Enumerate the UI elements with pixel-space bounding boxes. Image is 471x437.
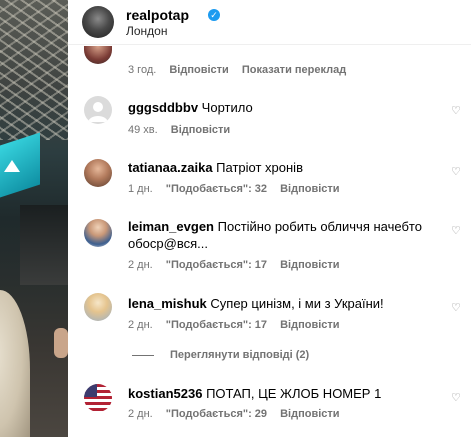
- translate-button[interactable]: Показати переклад: [242, 64, 346, 76]
- comment-item: kostian5236 ПОТАП, ЦЕ ЖЛОБ НОМЕР 1 2 дн.…: [68, 383, 471, 431]
- photo-person: [0, 290, 30, 437]
- comment-text: Чортило: [201, 100, 253, 115]
- comment-text: Супер цинізм, і ми з України!: [210, 296, 384, 311]
- comment-username[interactable]: gggsddbbv: [128, 100, 198, 115]
- photo-panel: [20, 205, 68, 285]
- view-replies-divider: [132, 355, 154, 356]
- comment-avatar[interactable]: [84, 159, 112, 187]
- reply-button[interactable]: Відповісти: [280, 408, 339, 420]
- comment-avatar[interactable]: [84, 96, 112, 124]
- reply-button[interactable]: Відповісти: [280, 319, 339, 331]
- comment-avatar[interactable]: [84, 384, 112, 412]
- photo-lattice: [0, 0, 68, 140]
- author-username[interactable]: realpotap: [126, 7, 189, 23]
- comment-meta: 3 год. Відповісти Показати переклад: [128, 64, 356, 76]
- comment-time: 2 дн.: [128, 319, 153, 331]
- comment-item: lena_mishuk Супер цинізм, і ми з України…: [68, 293, 471, 341]
- comment-text: Патріот хронів: [216, 160, 303, 175]
- comment-username[interactable]: kostian5236: [128, 386, 202, 401]
- reply-button[interactable]: Відповісти: [280, 183, 339, 195]
- comment-text: ПОТАП, ЦЕ ЖЛОБ НОМЕР 1: [206, 386, 382, 401]
- comment-text-line: leiman_evgen Постійно робить обличчя нач…: [128, 218, 441, 252]
- comment-username[interactable]: lena_mishuk: [128, 296, 207, 311]
- comment-meta: 49 хв. Відповісти: [128, 124, 240, 136]
- likes-count[interactable]: "Подобається": 17: [166, 319, 267, 331]
- verified-badge-icon: ✓: [208, 9, 220, 21]
- comment-time: 2 дн.: [128, 259, 153, 271]
- comment-avatar[interactable]: [84, 219, 112, 247]
- post-header: realpotap ✓ Лондон: [68, 0, 471, 45]
- view-replies-label[interactable]: Переглянути відповіді (2): [170, 349, 309, 361]
- reply-button[interactable]: Відповісти: [171, 124, 230, 136]
- heart-icon[interactable]: ♡: [451, 303, 461, 314]
- likes-count[interactable]: "Подобається": 32: [166, 183, 267, 195]
- comment-time: 2 дн.: [128, 408, 153, 420]
- post-photo: [0, 0, 68, 437]
- comment-text-line: lena_mishuk Супер цинізм, і ми з України…: [128, 295, 463, 312]
- default-avatar-icon: [88, 102, 108, 122]
- comment-username[interactable]: tatianaa.zaika: [128, 160, 213, 175]
- comment-text-line: tatianaa.zaika Патріот хронів: [128, 159, 463, 176]
- comment-text-line: gggsddbbv Чортило: [128, 99, 463, 116]
- comment-meta: 2 дн. "Подобається": 17 Відповісти: [128, 319, 350, 331]
- photo-hand: [54, 328, 68, 358]
- comment-item: gggsddbbv Чортило 49 хв. Відповісти ♡: [68, 96, 471, 144]
- comment-time: 49 хв.: [128, 124, 158, 136]
- comment-time: 3 год.: [128, 64, 157, 76]
- reply-button[interactable]: Відповісти: [169, 64, 228, 76]
- comment-avatar[interactable]: [84, 293, 112, 321]
- comment-text-line: kostian5236 ПОТАП, ЦЕ ЖЛОБ НОМЕР 1: [128, 385, 463, 402]
- comment-username[interactable]: leiman_evgen: [128, 219, 214, 234]
- comment-meta: 2 дн. "Подобається": 29 Відповісти: [128, 408, 350, 420]
- comment-avatar[interactable]: [84, 46, 112, 64]
- comment-partial: 3 год. Відповісти Показати переклад: [68, 44, 471, 88]
- comment-item: tatianaa.zaika Патріот хронів 1 дн. "Под…: [68, 157, 471, 205]
- comment-time: 1 дн.: [128, 183, 153, 195]
- reply-button[interactable]: Відповісти: [280, 259, 339, 271]
- comment-item: leiman_evgen Постійно робить обличчя нач…: [68, 216, 471, 276]
- photo-arrow: [4, 160, 20, 172]
- post-location[interactable]: Лондон: [126, 24, 167, 38]
- author-avatar[interactable]: [82, 6, 114, 38]
- heart-icon[interactable]: ♡: [451, 393, 461, 404]
- heart-icon[interactable]: ♡: [451, 106, 461, 117]
- likes-count[interactable]: "Подобається": 29: [166, 408, 267, 420]
- flag-canton: [84, 384, 97, 397]
- comment-meta: 1 дн. "Подобається": 32 Відповісти: [128, 183, 350, 195]
- comment-meta: 2 дн. "Подобається": 17 Відповісти: [128, 259, 350, 271]
- heart-icon[interactable]: ♡: [451, 226, 461, 237]
- heart-icon[interactable]: ♡: [451, 167, 461, 178]
- likes-count[interactable]: "Подобається": 17: [166, 259, 267, 271]
